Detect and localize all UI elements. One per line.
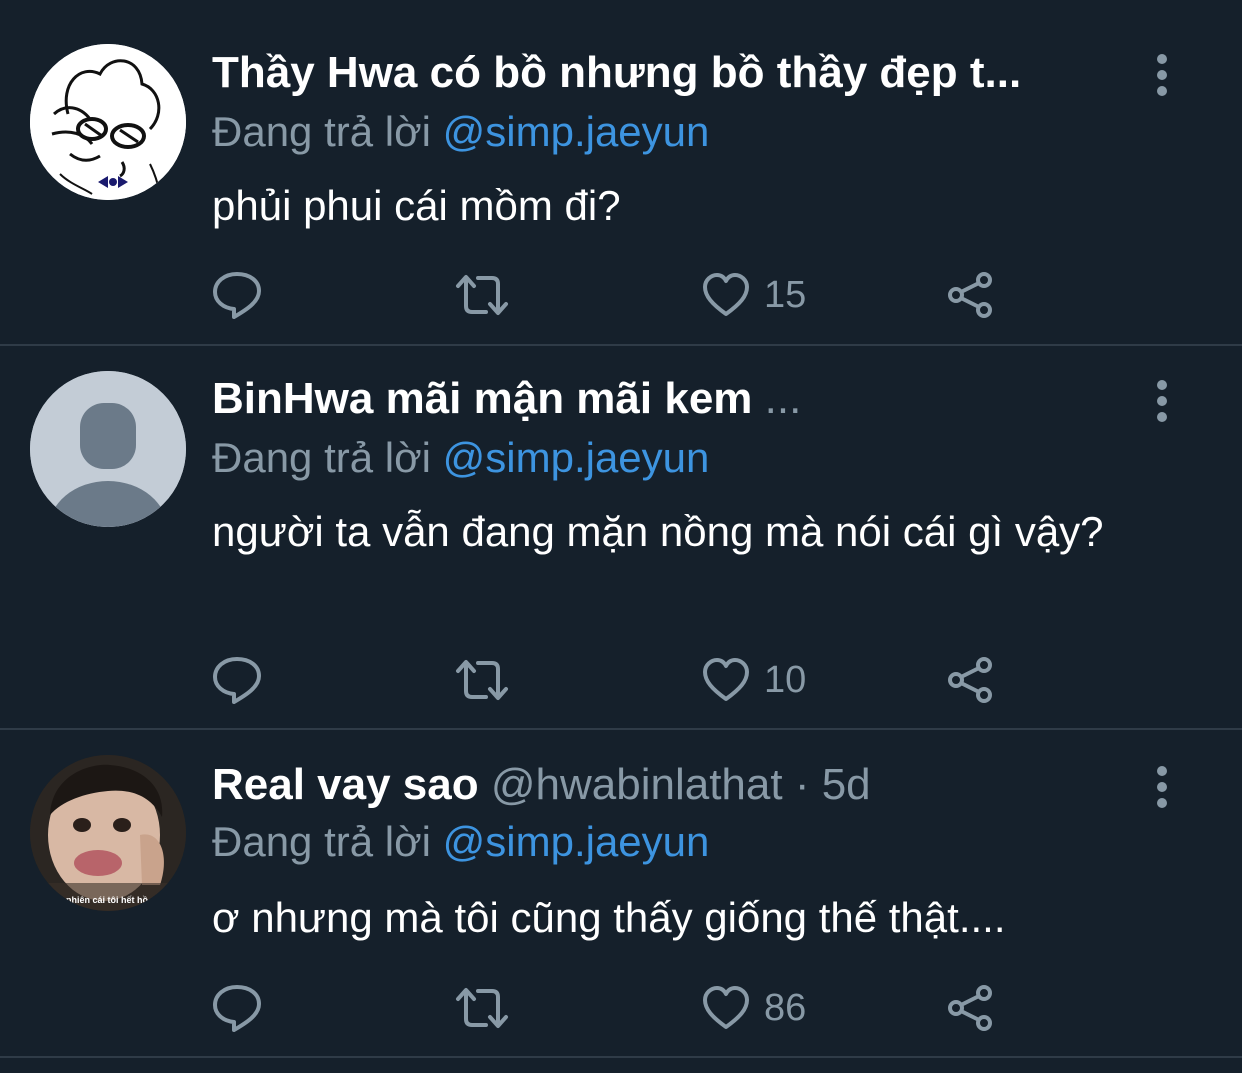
author-name[interactable]: Thầy Hwa có bồ nhưng bồ thầy đẹp t... (212, 48, 1021, 97)
author-line: Real vay sao @hwabinlathat · 5d (212, 758, 1122, 812)
tweet-actions: 10 (210, 655, 1010, 705)
mention-link[interactable]: @simp.jaeyun (443, 818, 710, 865)
avatar[interactable] (30, 371, 186, 527)
more-options-button[interactable] (1152, 54, 1172, 98)
like-count: 10 (764, 658, 807, 701)
retweet-icon (456, 275, 508, 315)
mention-link[interactable]: @simp.jaeyun (443, 108, 710, 155)
heart-icon (703, 658, 749, 701)
retweet-icon (456, 988, 508, 1028)
heart-icon (703, 273, 749, 316)
avatar-caption: tự nhiên cái tôi hết hồ (54, 895, 149, 905)
replying-to-label: Đang trả lời (212, 818, 431, 865)
share-icon (948, 657, 992, 703)
tweet-1[interactable]: Thầy Hwa có bồ nhưng bồ thầy đẹp t... Đa… (0, 0, 1242, 346)
reply-button[interactable] (210, 655, 264, 705)
retweet-button[interactable] (454, 655, 510, 705)
author-name[interactable]: Real vay sao (212, 760, 479, 809)
tweet-text: ơ nhưng mà tôi cũng thấy giống thế thật.… (212, 894, 1006, 941)
like-count: 15 (764, 273, 807, 316)
share-icon (948, 272, 992, 318)
reply-icon (213, 985, 261, 1032)
heart-icon (703, 986, 749, 1029)
like-count: 86 (764, 986, 807, 1029)
like-button[interactable]: 10 (702, 655, 806, 705)
author-line: BinHwa mãi mận mãi kem ... (212, 372, 1122, 426)
share-button[interactable] (946, 270, 996, 320)
default-profile-icon (30, 371, 186, 527)
name-truncation: ... (764, 374, 802, 423)
replying-to-label: Đang trả lời (212, 434, 431, 481)
avatar-photo-image (30, 755, 186, 911)
tweet-text: phủi phui cái mồm đi? (212, 182, 621, 229)
share-button[interactable] (946, 655, 996, 705)
like-button[interactable]: 15 (702, 270, 806, 320)
mention-link[interactable]: @simp.jaeyun (443, 434, 710, 481)
replying-to-line: Đang trả lời @simp.jaeyun (212, 816, 709, 868)
retweet-icon (456, 660, 508, 700)
reply-button[interactable] (210, 983, 264, 1033)
replying-to-line: Đang trả lời @simp.jaeyun (212, 432, 709, 484)
retweet-button[interactable] (454, 983, 510, 1033)
tweet-text: người ta vẫn đang mặn nồng mà nói cái gì… (212, 508, 1104, 555)
share-button[interactable] (946, 983, 996, 1033)
avatar[interactable] (30, 44, 186, 200)
avatar[interactable]: tự nhiên cái tôi hết hồ (30, 755, 186, 911)
author-line: Thầy Hwa có bồ nhưng bồ thầy đẹp t... (212, 46, 1122, 100)
author-handle-and-time[interactable]: @hwabinlathat · 5d (491, 760, 871, 809)
more-vertical-icon (1157, 380, 1167, 390)
reply-icon (213, 657, 261, 704)
more-vertical-icon (1157, 54, 1167, 64)
tweet-actions: 15 (210, 270, 1010, 320)
reply-button[interactable] (210, 270, 264, 320)
avatar-drawing-image (30, 44, 186, 200)
more-options-button[interactable] (1152, 380, 1172, 424)
replying-to-label: Đang trả lời (212, 108, 431, 155)
like-button[interactable]: 86 (702, 983, 806, 1033)
replying-to-line: Đang trả lời @simp.jaeyun (212, 106, 709, 158)
tweet-actions: 86 (210, 983, 1010, 1033)
reply-icon (213, 272, 261, 319)
tweet-3[interactable]: tự nhiên cái tôi hết hồ Real vay sao @hw… (0, 730, 1242, 1058)
retweet-button[interactable] (454, 270, 510, 320)
author-name[interactable]: BinHwa mãi mận mãi kem (212, 374, 752, 423)
share-icon (948, 985, 992, 1031)
more-vertical-icon (1157, 766, 1167, 776)
tweet-2[interactable]: BinHwa mãi mận mãi kem ... Đang trả lời … (0, 346, 1242, 730)
more-options-button[interactable] (1152, 766, 1172, 810)
